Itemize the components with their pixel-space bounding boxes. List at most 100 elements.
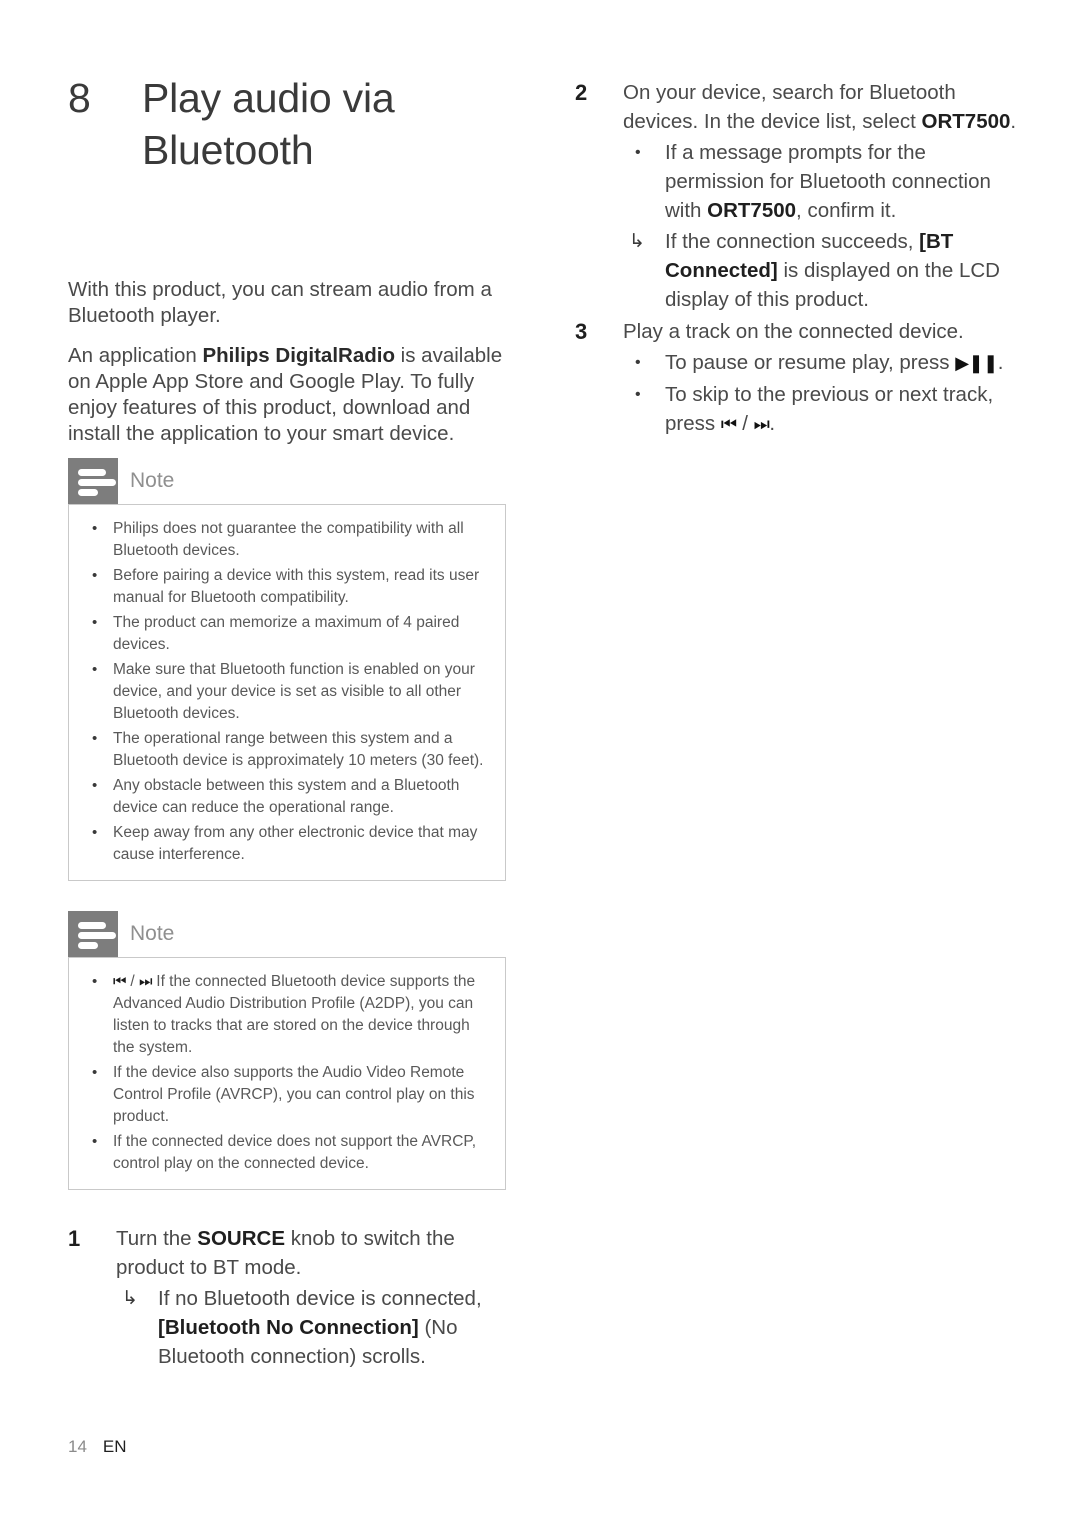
substep-after: , confirm it. <box>796 199 897 222</box>
substep-before: To skip to the previous or next track, p… <box>665 383 994 435</box>
chapter-title-line2: Bluetooth <box>142 127 314 173</box>
step-text: Turn the SOURCE knob to switch the produ… <box>116 1224 516 1282</box>
intro-paragraph-2: An application Philips DigitalRadio is a… <box>68 343 512 447</box>
note-item-text: The product can memorize a maximum of 4 … <box>113 614 460 653</box>
chapter-title: Play audio via Bluetooth <box>142 72 395 176</box>
chapter-title-line1: Play audio via <box>142 75 395 121</box>
note-list-item: • Keep away from any other electronic dev… <box>83 822 491 866</box>
glyph-separator: / <box>126 973 139 990</box>
intro-p2-app-name: Philips DigitalRadio <box>202 343 395 367</box>
note-list-item: • Philips does not guarantee the compatib… <box>83 518 491 562</box>
note-box-2: Note • ⏮ / ⏭ If the connected Bluetooth … <box>68 911 506 1190</box>
note-item-text: Keep away from any other electronic devi… <box>113 824 478 863</box>
bullet-icon: • <box>92 661 98 678</box>
note-title: Note <box>130 469 175 492</box>
note-lines-icon <box>68 458 118 504</box>
bullet-icon: • <box>92 1064 98 1081</box>
bullet-icon: • <box>92 777 98 794</box>
substep: • To pause or resume play, press ▶❚❚. <box>623 348 1023 378</box>
step-content: Play a track on the connected device. • … <box>623 317 1023 439</box>
glyph-separator: / <box>736 412 754 435</box>
step-content: On your device, search for Bluetooth dev… <box>623 78 1023 314</box>
substep: • To skip to the previous or next track,… <box>623 380 1023 439</box>
step-text-emphasis: ORT7500 <box>921 110 1011 133</box>
step-text-emphasis: SOURCE <box>197 1227 285 1250</box>
page-number: 14 <box>68 1437 87 1456</box>
substep-text: If a message prompts for the permission … <box>665 138 1015 225</box>
note-list-item: • Any obstacle between this system and a … <box>83 775 491 819</box>
step-3: 3 Play a track on the connected device. … <box>575 317 1025 439</box>
bullet-icon: • <box>92 567 98 584</box>
substep: ↳ If no Bluetooth device is connected, [… <box>116 1284 516 1371</box>
substep: ↳ If the connection succeeds, [BT Connec… <box>623 227 1023 314</box>
note-header: Note <box>68 911 506 957</box>
note-list-item: • If the connected device does not suppor… <box>83 1131 491 1175</box>
note-item-text: If the device also supports the Audio Vi… <box>113 1064 475 1125</box>
substep-after: . <box>769 412 776 435</box>
substep-emphasis: [Bluetooth No Connection] <box>158 1316 419 1339</box>
note-item-text: Before pairing a device with this system… <box>113 567 480 606</box>
substep-after: . <box>997 351 1004 374</box>
step-text-after: . <box>1010 110 1017 133</box>
note-item-text: If the connected device does not support… <box>113 1133 477 1172</box>
intro-p2-before: An application <box>68 343 203 367</box>
note-header: Note <box>68 458 506 504</box>
bullet-icon: • <box>92 614 98 631</box>
substep-before: If no Bluetooth device is connected, <box>158 1287 482 1310</box>
next-track-icon: ⏭ <box>138 973 153 990</box>
note-list-item: • The product can memorize a maximum of 4… <box>83 612 491 656</box>
bullet-icon: • <box>635 144 641 161</box>
step-text-before: Turn the <box>116 1227 198 1250</box>
step-number: 1 <box>68 1226 81 1251</box>
step-text-before: Play a track on the connected device. <box>623 320 964 343</box>
bullet-icon: • <box>92 730 98 747</box>
note-item-text: Philips does not guarantee the compatibi… <box>113 520 464 559</box>
note-list-item: • Make sure that Bluetooth function is en… <box>83 659 491 725</box>
language-code: EN <box>102 1437 127 1456</box>
step-text: Play a track on the connected device. <box>623 317 1023 346</box>
step-text-before: On your device, search for Bluetooth dev… <box>623 81 956 133</box>
note-body: • ⏮ / ⏭ If the connected Bluetooth devic… <box>68 957 506 1190</box>
note-body: • Philips does not guarantee the compatib… <box>68 504 506 881</box>
substep-text: If no Bluetooth device is connected, [Bl… <box>158 1284 508 1371</box>
step-2: 2 On your device, search for Bluetooth d… <box>575 78 1025 314</box>
note-list-item: • Before pairing a device with this syste… <box>83 565 491 609</box>
bullet-icon: • <box>92 1133 98 1150</box>
bullet-icon: • <box>635 354 641 371</box>
chapter-heading: 8 Play audio via Bluetooth <box>68 72 528 176</box>
step-content: Turn the SOURCE knob to switch the produ… <box>116 1224 516 1371</box>
arrow-right-icon: ↳ <box>122 1288 138 1309</box>
next-track-icon: ⏭ <box>753 414 770 434</box>
substep-text: If the connection succeeds, [BT Connecte… <box>665 227 1015 314</box>
page-footer: 14 EN <box>68 1437 127 1457</box>
substep-emphasis: ORT7500 <box>707 199 797 222</box>
bullet-icon: • <box>92 824 98 841</box>
arrow-right-icon: ↳ <box>629 231 645 252</box>
previous-track-icon: ⏮ <box>113 973 127 990</box>
note-title: Note <box>130 922 175 945</box>
substep-text: To pause or resume play, press ▶❚❚. <box>665 348 1015 378</box>
substep: • If a message prompts for the permissio… <box>623 138 1023 225</box>
substep-before: If the connection succeeds, <box>665 230 920 253</box>
step-1: 1 Turn the SOURCE knob to switch the pro… <box>68 1224 518 1371</box>
bullet-icon: • <box>635 386 641 403</box>
note-list: • ⏮ / ⏭ If the connected Bluetooth devic… <box>83 971 491 1175</box>
note-item-text: The operational range between this syste… <box>113 730 484 769</box>
note-list-item: • If the device also supports the Audio V… <box>83 1062 491 1128</box>
note-list-item: • ⏮ / ⏭ If the connected Bluetooth devic… <box>83 971 491 1059</box>
note-list: • Philips does not guarantee the compatib… <box>83 518 491 866</box>
step-number: 2 <box>575 80 588 105</box>
note-lines-icon <box>68 911 118 957</box>
substep-before: To pause or resume play, press <box>665 351 956 374</box>
previous-track-icon: ⏮ <box>720 414 737 434</box>
note-item-text: If the connected Bluetooth device suppor… <box>113 973 476 1056</box>
step-number: 3 <box>575 319 588 344</box>
bullet-icon: • <box>92 520 98 537</box>
play-pause-icon: ▶❚❚ <box>955 353 998 373</box>
substep-text: To skip to the previous or next track, p… <box>665 380 1015 439</box>
step-text: On your device, search for Bluetooth dev… <box>623 78 1023 136</box>
bullet-icon: • <box>92 973 98 990</box>
intro-paragraph-1: With this product, you can stream audio … <box>68 277 492 327</box>
note-item-text: Any obstacle between this system and a B… <box>113 777 460 816</box>
document-page: 8 Play audio via Bluetooth With this pro… <box>0 0 1080 1527</box>
